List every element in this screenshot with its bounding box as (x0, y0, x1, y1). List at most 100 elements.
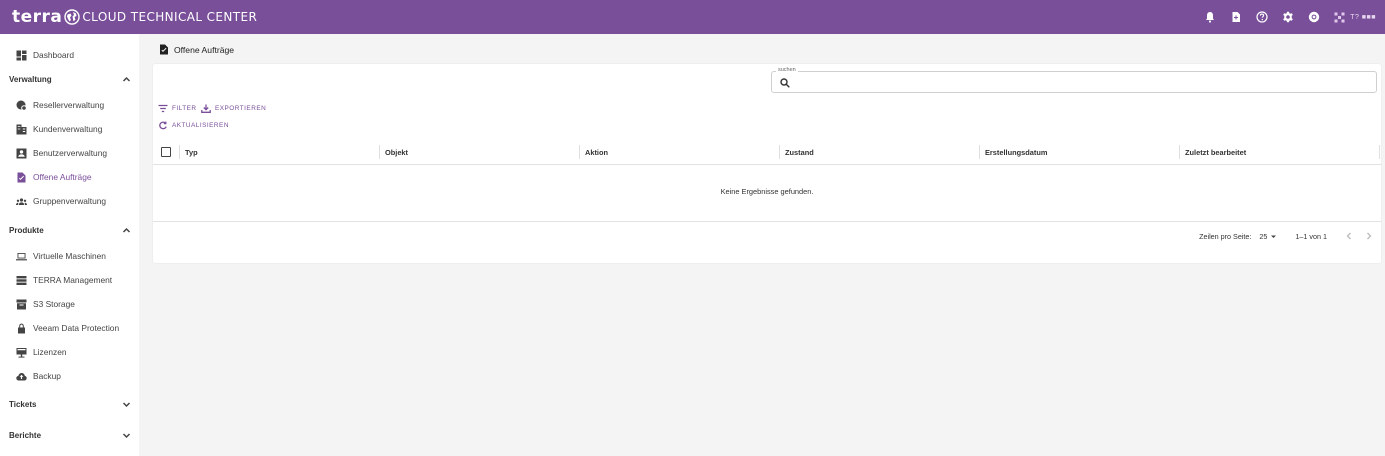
refresh-label: AKTUALISIEREN (172, 121, 229, 129)
server-list-icon (16, 275, 27, 286)
user-box-icon (16, 148, 27, 159)
column-divider (379, 145, 380, 159)
column-divider (1179, 145, 1180, 159)
section-berichte[interactable]: Berichte (9, 428, 131, 442)
laptop-icon (16, 251, 27, 262)
group-icon (16, 196, 27, 207)
filter-button[interactable]: FILTER (158, 103, 197, 113)
page-range: 1–1 von 1 (1295, 231, 1327, 241)
section-label: Tickets (9, 399, 37, 409)
sidebar-item-label: Lizenzen (33, 347, 67, 357)
pending-document-icon (160, 44, 168, 55)
sidebar-item-benutzerverwaltung[interactable]: Benutzerverwaltung (16, 146, 107, 160)
globe-logo-icon (64, 9, 81, 25)
section-label: Verwaltung (9, 74, 52, 84)
chevron-right-icon (1367, 232, 1372, 240)
filter-icon (158, 104, 168, 112)
avatar (1334, 12, 1345, 22)
sidebar-item-label: Veeam Data Protection (33, 323, 120, 333)
cloud-upload-icon (16, 371, 27, 382)
sidebar: Dashboard Verwaltung Resellerverwaltung … (0, 34, 139, 456)
column-header-erstellungsdatum[interactable]: Erstellungsdatum (985, 140, 1047, 165)
sidebar-item-label: TERRA Management (33, 275, 113, 285)
license-icon (16, 347, 27, 358)
search-label: suchen (776, 67, 798, 73)
sidebar-item-label: Virtuelle Maschinen (33, 251, 106, 261)
section-tickets[interactable]: Tickets (9, 397, 131, 411)
export-label: EXPORTIEREN (215, 104, 267, 112)
empty-state-message: Keine Ergebnisse gefunden. (720, 187, 814, 196)
sidebar-item-s3-storage[interactable]: S3 Storage (16, 297, 75, 311)
sidebar-item-resellerverwaltung[interactable]: Resellerverwaltung (16, 98, 104, 112)
brand-logo[interactable]: terra CLOUD TECHNICAL CENTER (12, 7, 257, 27)
sidebar-item-label: Backup (33, 371, 61, 381)
filter-label: FILTER (172, 104, 197, 112)
pending-document-icon (16, 172, 27, 183)
column-divider (579, 145, 580, 159)
column-divider (979, 145, 980, 159)
column-header-zustand[interactable]: Zustand (785, 140, 814, 165)
column-header-aktion[interactable]: Aktion (585, 140, 608, 165)
column-header-zuletzt-bearbeitet[interactable]: Zuletzt bearbeitet (1185, 140, 1246, 165)
download-icon (201, 104, 211, 113)
chevron-left-icon (1346, 232, 1351, 240)
refresh-icon (159, 120, 167, 129)
sidebar-item-label: S3 Storage (33, 299, 75, 309)
brand-word: terra (12, 7, 63, 27)
previous-page-button[interactable] (1345, 231, 1353, 241)
sidebar-item-label: Gruppenverwaltung (33, 196, 107, 206)
sidebar-item-label: Offene Aufträge (33, 172, 92, 182)
sidebar-item-virtuelle-maschinen[interactable]: Virtuelle Maschinen (16, 249, 106, 263)
rows-per-page-label: Zeilen pro Seite: (1199, 231, 1252, 241)
sidebar-item-backup[interactable]: Backup (16, 369, 61, 383)
support-icon[interactable] (1308, 11, 1320, 23)
sidebar-item-terra-management[interactable]: TERRA Management (16, 273, 112, 287)
table-header: Typ Objekt Aktion Zustand Erstellungsdat… (153, 140, 1381, 165)
column-header-objekt[interactable]: Objekt (385, 140, 408, 165)
column-header-typ[interactable]: Typ (185, 140, 198, 165)
rows-per-page-select[interactable]: 25 (1259, 232, 1277, 241)
top-app-bar: terra CLOUD TECHNICAL CENTER T? ■■■ (0, 0, 1385, 34)
sidebar-item-kundenverwaltung[interactable]: Kundenverwaltung (16, 122, 102, 136)
document-icon[interactable] (1230, 11, 1242, 23)
search-input[interactable] (794, 76, 1364, 90)
export-button[interactable]: EXPORTIEREN (201, 103, 266, 113)
bell-icon[interactable] (1204, 11, 1216, 23)
sidebar-item-dashboard[interactable]: Dashboard (16, 48, 74, 62)
column-divider (179, 145, 180, 159)
sidebar-item-offene-auftraege[interactable]: Offene Aufträge (16, 170, 92, 184)
sidebar-item-label: Benutzerverwaltung (33, 148, 108, 158)
chevron-up-icon (122, 76, 131, 82)
search-field[interactable]: suchen (771, 67, 1377, 93)
section-verwaltung[interactable]: Verwaltung (9, 72, 131, 86)
column-divider (779, 145, 780, 159)
building-icon (16, 124, 27, 135)
sidebar-item-veeam-data-protection[interactable]: Veeam Data Protection (16, 321, 119, 335)
lock-icon (16, 323, 27, 334)
help-icon[interactable] (1256, 11, 1268, 23)
chevron-up-icon (122, 227, 131, 233)
brand-subtitle: CLOUD TECHNICAL CENTER (82, 10, 258, 24)
sidebar-item-gruppenverwaltung[interactable]: Gruppenverwaltung (16, 194, 106, 208)
pagination: Zeilen pro Seite: 25 1–1 von 1 (1199, 230, 1381, 242)
sidebar-item-label: Dashboard (33, 50, 74, 60)
user-name: T? ■■■ (1350, 13, 1376, 21)
section-label: Produkte (9, 225, 44, 235)
dashboard-icon (16, 50, 27, 61)
page-header: Offene Aufträge (159, 43, 234, 56)
table-footer-divider (153, 221, 1381, 222)
sidebar-item-label: Kundenverwaltung (33, 124, 103, 134)
orders-card: suchen FILTER EXPORTIEREN AKTUALISIEREN … (153, 64, 1381, 263)
section-produkte[interactable]: Produkte (9, 223, 131, 237)
search-icon (780, 78, 790, 88)
rows-per-page-value: 25 (1259, 231, 1268, 241)
select-all-checkbox[interactable] (161, 147, 171, 157)
sidebar-item-lizenzen[interactable]: Lizenzen (16, 345, 67, 359)
caret-down-icon (1271, 235, 1277, 238)
user-menu[interactable]: T? ■■■ (1334, 12, 1376, 23)
settings-icon[interactable] (1282, 11, 1294, 23)
sidebar-item-label: Resellerverwaltung (33, 100, 105, 110)
refresh-button[interactable]: AKTUALISIEREN (158, 120, 229, 130)
chevron-down-icon (122, 401, 131, 407)
next-page-button[interactable] (1365, 231, 1373, 241)
